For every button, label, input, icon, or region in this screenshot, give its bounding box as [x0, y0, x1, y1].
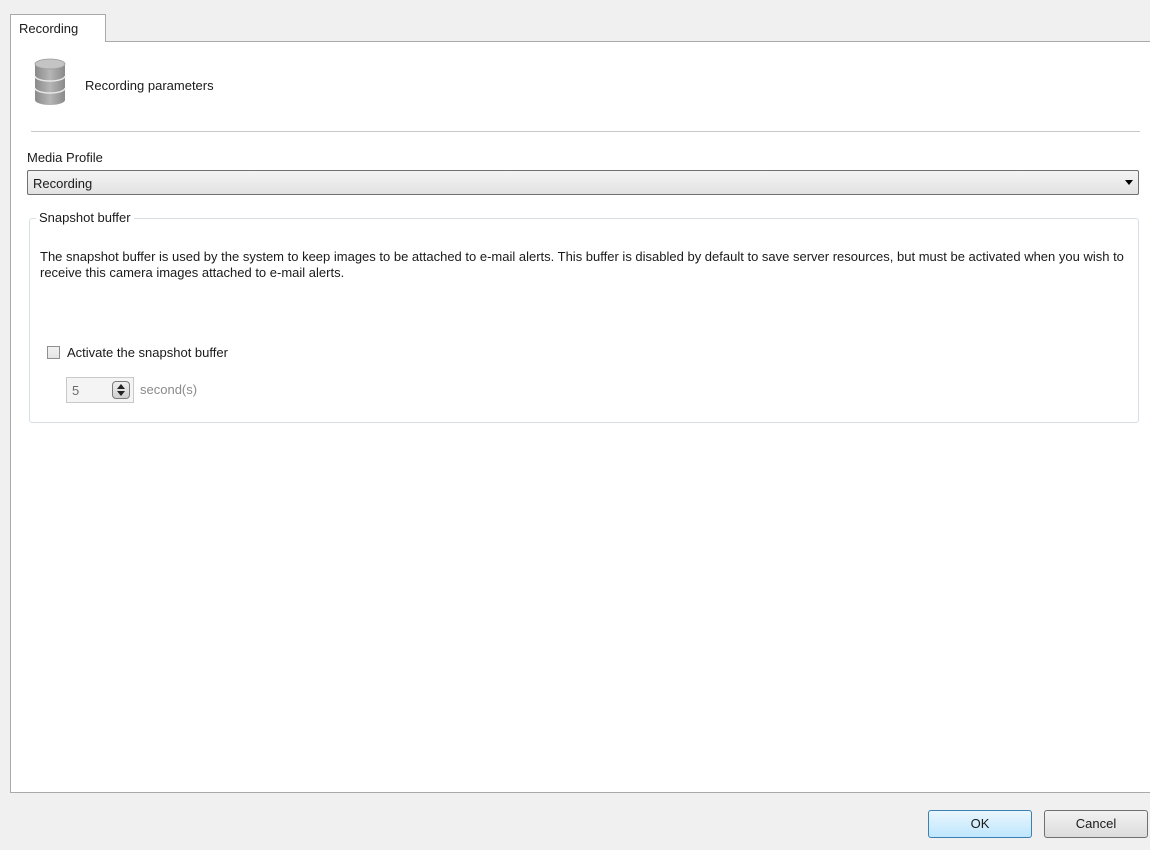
spin-up-icon[interactable] [117, 384, 125, 389]
tab-recording-label: Recording [19, 21, 79, 36]
activate-snapshot-checkbox[interactable] [47, 346, 60, 359]
database-icon [34, 58, 66, 105]
media-profile-select[interactable]: Recording [27, 170, 1139, 195]
spin-arrows-icon[interactable] [112, 381, 130, 399]
chevron-down-icon[interactable] [1125, 180, 1133, 185]
tab-recording[interactable]: Recording [10, 14, 106, 42]
recording-tab-page: Recording parameters Media Profile Recor… [10, 41, 1150, 793]
snapshot-buffer-title: Snapshot buffer [36, 210, 134, 225]
recording-dialog: Recording Recording parameters Media Pro… [0, 0, 1150, 850]
snapshot-buffer-group: Snapshot buffer The snapshot buffer is u… [29, 210, 1139, 423]
ok-button[interactable]: OK [928, 810, 1032, 838]
section-title: Recording parameters [85, 78, 214, 93]
media-profile-value: Recording [33, 176, 93, 191]
snapshot-duration-value[interactable]: 5 [72, 383, 79, 398]
activate-snapshot-label[interactable]: Activate the snapshot buffer [67, 345, 228, 360]
snapshot-duration-unit: second(s) [140, 382, 198, 397]
tab-strip: Recording [10, 14, 1150, 42]
cancel-button[interactable]: Cancel [1044, 810, 1148, 838]
spin-down-icon[interactable] [117, 391, 125, 396]
snapshot-duration-stepper[interactable]: 5 [66, 377, 134, 403]
header-separator [31, 131, 1140, 132]
media-profile-label: Media Profile [27, 150, 103, 165]
snapshot-buffer-description: The snapshot buffer is used by the syste… [40, 249, 1124, 280]
